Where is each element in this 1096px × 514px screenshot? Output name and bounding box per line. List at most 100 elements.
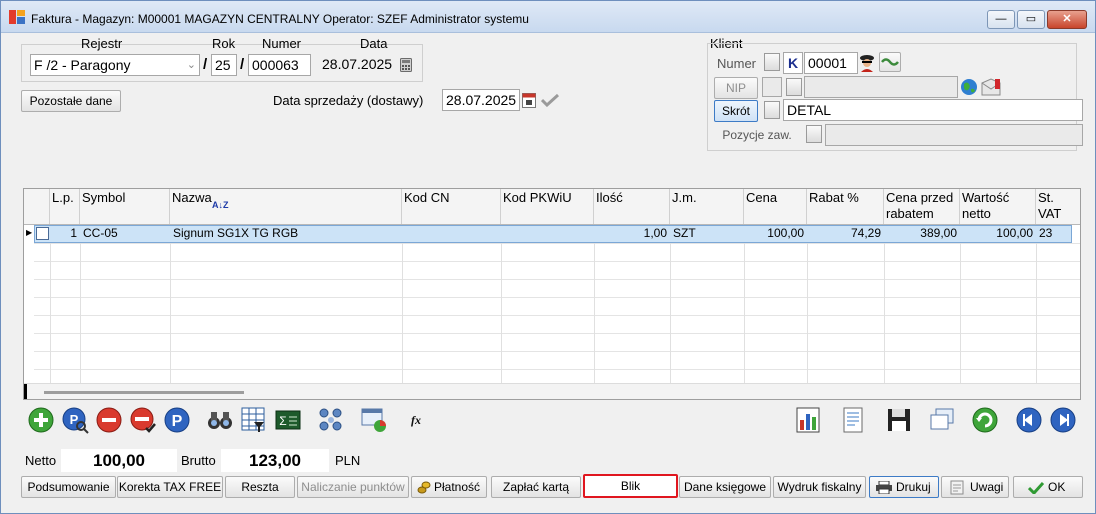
- naliczanie-punktow-button[interactable]: Naliczanie punktów: [297, 476, 409, 498]
- client-numer-field[interactable]: 00001: [804, 52, 858, 74]
- sum-icon[interactable]: Σ: [274, 406, 302, 434]
- grid-filter-icon[interactable]: [240, 406, 268, 434]
- header-wartosc[interactable]: Wartość netto: [960, 189, 1036, 224]
- header-kod-cn[interactable]: Kod CN: [402, 189, 501, 224]
- calculator-icon[interactable]: [400, 58, 412, 72]
- zaplac-karta-button[interactable]: Zapłać kartą: [491, 476, 581, 498]
- header-indicator: [34, 189, 50, 224]
- platnosc-label: Płatność: [434, 480, 481, 494]
- first-record-icon[interactable]: [1015, 406, 1043, 434]
- blik-button[interactable]: Blik: [583, 474, 678, 498]
- note-icon: [950, 480, 964, 495]
- currency-label: PLN: [335, 453, 361, 468]
- header-vat[interactable]: St. VAT: [1036, 189, 1080, 224]
- header-nazwa-label: Nazwa: [172, 190, 212, 205]
- pozycje-lookup-icon[interactable]: [806, 125, 822, 143]
- svg-text:Σ: Σ: [279, 414, 286, 428]
- chart-icon[interactable]: [795, 406, 823, 434]
- reszta-button[interactable]: Reszta: [225, 476, 295, 498]
- client-link-button[interactable]: [879, 52, 901, 72]
- table-row[interactable]: ▶ 1 CC-05 Signum SG1X TG RGB 1,00 SZT 10…: [24, 225, 1080, 243]
- nip-lookup-icon[interactable]: [786, 78, 802, 96]
- header-symbol[interactable]: Symbol: [80, 189, 170, 224]
- korekta-tax-free-button[interactable]: Korekta TAX FREE: [117, 476, 223, 498]
- sort-az-icon[interactable]: A↓Z: [212, 197, 229, 213]
- nip-button[interactable]: NIP: [714, 77, 758, 99]
- podsumowanie-button[interactable]: Podsumowanie: [21, 476, 116, 498]
- network-icon[interactable]: [317, 406, 345, 434]
- cell-wartosc: 100,00: [996, 226, 1033, 240]
- row-line: [34, 243, 1080, 244]
- delete-icon[interactable]: [95, 406, 123, 434]
- client-kind-field[interactable]: K: [783, 52, 803, 74]
- col-line: [960, 225, 961, 383]
- cell-kod-cn: [402, 225, 501, 243]
- slash-separator-1: /: [203, 56, 208, 73]
- minimize-button[interactable]: —: [987, 10, 1015, 29]
- last-record-icon[interactable]: [1049, 406, 1077, 434]
- maximize-button[interactable]: ▭: [1017, 10, 1045, 29]
- binoculars-icon[interactable]: [206, 406, 234, 434]
- col-line: [594, 225, 595, 383]
- chevron-down-icon[interactable]: ⌄: [187, 55, 196, 75]
- document-icon[interactable]: [839, 406, 867, 434]
- email-icon[interactable]: [980, 77, 1002, 97]
- close-button[interactable]: ✕: [1047, 10, 1087, 29]
- numer-field[interactable]: 000063: [248, 54, 311, 76]
- formula-icon[interactable]: fx: [404, 406, 432, 434]
- pozycje-zaw-field[interactable]: [825, 124, 1083, 146]
- coins-icon: [417, 481, 431, 494]
- data-sprzedazy-field[interactable]: 28.07.2025: [442, 89, 520, 111]
- platnosc-button[interactable]: Płatność: [411, 476, 487, 498]
- skrot-button[interactable]: Skrót: [714, 100, 758, 122]
- skrot-field[interactable]: DETAL: [783, 99, 1083, 121]
- nip-prefix-field[interactable]: [762, 77, 782, 97]
- drukuj-button[interactable]: Drukuj: [869, 476, 939, 498]
- header-cena[interactable]: Cena: [744, 189, 807, 224]
- rejestr-select[interactable]: F /2 - Paragony ⌄: [30, 54, 200, 76]
- ok-button[interactable]: OK: [1013, 476, 1083, 498]
- printer-icon: [876, 481, 892, 494]
- header-jm[interactable]: J.m.: [670, 189, 744, 224]
- horizontal-scrollbar[interactable]: [24, 383, 1080, 399]
- wydruk-fiskalny-button[interactable]: Wydruk fiskalny: [773, 476, 866, 498]
- cell-cena: 100,00: [767, 226, 804, 240]
- scrollbar-thumb[interactable]: [44, 391, 244, 394]
- remove-position-icon[interactable]: [129, 406, 157, 434]
- row-checkbox[interactable]: [36, 227, 49, 240]
- spy-icon[interactable]: [859, 54, 875, 72]
- header-kod-pkwiu[interactable]: Kod PKWiU: [501, 189, 594, 224]
- uwagi-button[interactable]: Uwagi: [941, 476, 1009, 498]
- header-rabat[interactable]: Rabat %: [807, 189, 884, 224]
- calendar-icon[interactable]: [522, 92, 536, 108]
- rok-field[interactable]: 25: [211, 54, 237, 76]
- client-numer-lookup-icon[interactable]: [764, 53, 780, 71]
- svg-text:P: P: [172, 413, 183, 430]
- save-icon[interactable]: [885, 406, 913, 434]
- row-line: [34, 315, 1080, 316]
- scrollbar-marker: [24, 384, 27, 399]
- pozostale-dane-button[interactable]: Pozostałe dane: [21, 90, 121, 112]
- nip-field[interactable]: [804, 76, 958, 98]
- add-icon[interactable]: [27, 406, 55, 434]
- header-ilosc[interactable]: Ilość: [594, 189, 670, 224]
- header-lp[interactable]: L.p.: [50, 189, 80, 224]
- copy-icon[interactable]: [928, 406, 956, 434]
- row-pointer-icon: ▶: [25, 225, 34, 243]
- skrot-lookup-icon[interactable]: [764, 101, 780, 119]
- header-cena-przed[interactable]: Cena przed rabatem: [884, 189, 960, 224]
- export-icon[interactable]: [360, 406, 388, 434]
- col-line: [501, 225, 502, 383]
- preview-icon[interactable]: P: [61, 406, 89, 434]
- cell-cena-przed: 389,00: [920, 226, 957, 240]
- data-label: Data: [360, 36, 388, 51]
- parking-icon[interactable]: P: [163, 406, 191, 434]
- invoice-items-table[interactable]: L.p. Symbol Nazwa A↓Z Kod CN Kod PKWiU I…: [23, 188, 1081, 400]
- col-line: [402, 225, 403, 383]
- header-nazwa[interactable]: Nazwa A↓Z: [170, 189, 402, 224]
- globe-icon[interactable]: [960, 78, 978, 96]
- col-line: [50, 225, 51, 383]
- refresh-icon[interactable]: [971, 406, 999, 434]
- checkmark-icon[interactable]: [541, 93, 559, 107]
- dane-ksiegowe-button[interactable]: Dane księgowe: [679, 476, 771, 498]
